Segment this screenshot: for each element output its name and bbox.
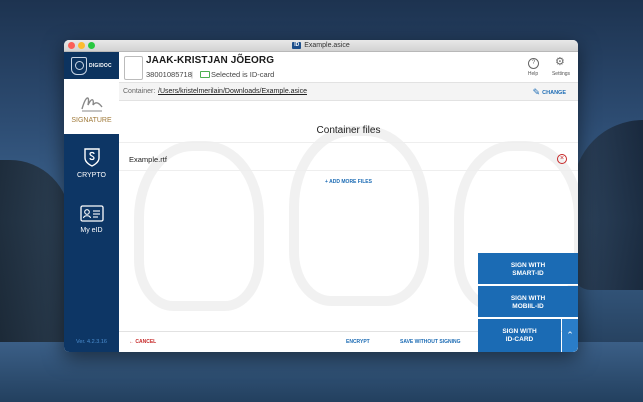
help-button[interactable]: ? Help [521,56,545,80]
personal-code: 38001085718 [146,70,192,79]
sign-with-id-card-button[interactable]: SIGN WITH ID-CARD [478,319,561,352]
card-reader-icon [200,71,210,78]
app-window: ID Example.asice DIGIDOC SIGNATURE CRYPTO [64,40,578,352]
sign-label-line2: SMART-ID [512,270,544,277]
sign-label-line1: SIGN WITH [510,295,546,302]
title-bar: ID Example.asice [64,40,578,52]
crypto-icon [84,148,100,167]
user-name: JAAK-KRISTJAN JÕEORG [146,55,275,66]
coat-of-arms-icon [71,57,87,75]
version-label[interactable]: Ver. 4.2.3.16 [64,339,119,345]
user-photo-placeholder [124,56,143,80]
settings-button[interactable]: ⚙ Settings [549,56,573,80]
logo-text: DIGIDOC [89,63,112,69]
sidebar-item-crypto[interactable]: CRYPTO [64,134,119,189]
chevron-up-icon[interactable]: ⌃ [562,319,578,352]
sidebar-item-my-eid[interactable]: My eID [64,189,119,244]
sidebar-item-label: My eID [80,227,103,234]
cancel-button[interactable]: ← CANCEL [129,339,156,345]
change-label: CHANGE [542,90,566,96]
digidoc-logo: DIGIDOC [64,52,119,79]
divider [119,142,578,143]
save-without-signing-button[interactable]: SAVE WITHOUT SIGNING [400,339,460,345]
divider [119,170,578,171]
sidebar: DIGIDOC SIGNATURE CRYPTO My eID Ver. 4.2… [64,52,119,352]
window-title-text: Example.asice [304,42,350,49]
pencil-icon: ✎ [532,87,541,97]
settings-label: Settings [551,71,571,77]
container-bar: Container: /Users/kristelmerilain/Downlo… [119,83,578,101]
sidebar-item-signature[interactable]: SIGNATURE [64,79,119,134]
sign-label-line2: ID-CARD [505,336,534,343]
container-path-link[interactable]: /Users/kristelmerilain/Downloads/Example… [158,88,307,95]
window-title: ID Example.asice [64,40,578,51]
desktop-background-rock [573,120,643,290]
file-item[interactable]: Example.rtf [129,155,167,164]
sign-label-line1: SIGN WITH [510,262,546,269]
id-badge-icon: ID [292,42,302,49]
gear-icon: ⚙ [555,56,565,68]
help-label: Help [527,71,539,77]
separator: | [191,70,193,79]
sign-with-smart-id-button[interactable]: SIGN WITH SMART-ID [478,253,578,285]
container-files-title: Container files [316,125,381,136]
container-label: Container: [123,88,156,95]
sign-with-mobiil-id-button[interactable]: SIGN WITH MOBIIL-ID [478,286,578,318]
sidebar-item-label: SIGNATURE [71,117,112,124]
add-more-files-button[interactable]: + ADD MORE FILES [119,179,578,185]
sidebar-item-label: CRYPTO [77,172,106,179]
sign-options-panel: SIGN WITH SMART-ID SIGN WITH MOBIIL-ID SIG… [478,253,578,352]
selected-card-text: Selected is ID-card [211,70,275,79]
encrypt-button[interactable]: ENCRYPT [346,339,370,345]
remove-file-icon[interactable]: × [557,154,567,164]
id-card-icon [80,205,104,222]
signature-icon [81,97,103,112]
user-header: JAAK-KRISTJAN JÕEORG 38001085718 | Selec… [119,52,578,83]
change-container-button[interactable]: ✎ CHANGE [533,87,566,98]
main-panel: JAAK-KRISTJAN JÕEORG 38001085718 | Selec… [119,52,578,352]
sign-label-line1: SIGN WITH [502,328,537,335]
help-icon: ? [528,58,539,69]
sign-label-line2: MOBIIL-ID [512,303,544,310]
